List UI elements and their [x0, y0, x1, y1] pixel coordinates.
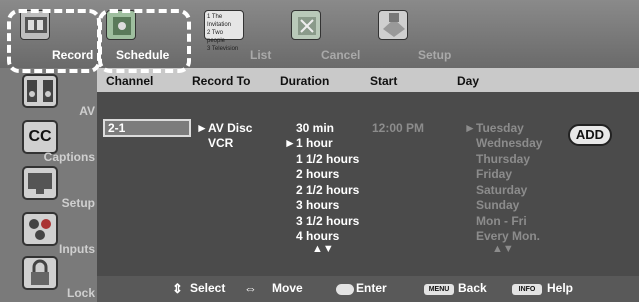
hint-select: Select — [190, 281, 226, 295]
day-option[interactable]: Every Mon. — [476, 229, 540, 243]
cancel-icon — [291, 10, 321, 40]
tv-menu-screen: Record Schedule 1 The Invitation 2 Two p… — [0, 0, 639, 302]
record-focus-ring — [7, 9, 101, 73]
sidebar-item-setup[interactable]: Setup — [0, 166, 97, 212]
list-line-2: 2 Two people — [207, 30, 226, 44]
column-channel: Channel — [106, 74, 154, 88]
record-to-selected-arrow: ► — [196, 121, 208, 135]
inputs-icon — [22, 212, 58, 246]
list-icon: 1 The Invitation 2 Two people 3 Televisi… — [204, 10, 244, 52]
info-key-icon: INFO — [512, 284, 542, 295]
column-start: Start — [370, 74, 398, 88]
column-day: Day — [457, 74, 480, 88]
sidebar-item-inputs-label: Inputs — [59, 242, 95, 256]
sidebar-item-av[interactable]: AV — [0, 74, 97, 120]
duration-option[interactable]: 4 hours — [296, 229, 339, 243]
sidebar-item-lock[interactable]: Lock — [0, 256, 97, 302]
day-option[interactable]: Mon - Fri — [476, 214, 527, 228]
column-duration: Duration — [280, 74, 330, 88]
hint-move: Move — [272, 281, 303, 295]
day-option[interactable]: Sunday — [476, 198, 519, 212]
duration-option[interactable]: 1 hour — [296, 136, 333, 150]
sidebar-item-captions[interactable]: CC Captions — [0, 120, 97, 166]
sidebar-item-lock-label: Lock — [66, 286, 95, 300]
duration-option[interactable]: 2 hours — [296, 167, 339, 181]
record-to-option-av-disc[interactable]: AV Disc — [208, 121, 252, 135]
duration-option[interactable]: 30 min — [296, 121, 334, 135]
duration-option[interactable]: 2 1/2 hours — [296, 183, 359, 197]
duration-option[interactable]: 3 hours — [296, 198, 339, 212]
setup-icon — [378, 10, 408, 40]
list-line-3: 3 Television — [207, 46, 239, 52]
day-scroll-arrows-icon[interactable]: ▲▼ — [492, 243, 514, 255]
tab-list[interactable]: 1 The Invitation 2 Two people 3 Televisi… — [198, 8, 278, 66]
duration-selected-arrow: ► — [284, 136, 296, 150]
lock-icon — [22, 256, 58, 290]
record-to-option-vcr[interactable]: VCR — [208, 136, 233, 150]
sidebar-item-inputs[interactable]: Inputs — [0, 212, 97, 258]
day-option[interactable]: Tuesday — [476, 121, 524, 135]
sidebar-item-captions-label: Captions — [43, 150, 95, 164]
cc-icon: CC — [22, 120, 58, 154]
tab-setup[interactable]: Setup — [372, 8, 462, 66]
duration-scroll-arrows-icon[interactable]: ▲▼ — [312, 243, 334, 255]
menu-key-icon: MENU — [424, 284, 454, 295]
tab-cancel-label: Cancel — [321, 48, 361, 62]
speakers-icon — [22, 74, 58, 108]
channel-field[interactable]: 2-1 — [103, 119, 191, 137]
updown-arrows-icon: ⇕ — [172, 281, 183, 296]
day-selected-arrow: ► — [464, 121, 476, 135]
hint-back: Back — [458, 281, 487, 295]
schedule-focus-ring — [98, 9, 191, 73]
sidebar-item-av-label: AV — [79, 104, 95, 118]
day-option[interactable]: Thursday — [476, 152, 530, 166]
hint-help: Help — [547, 281, 574, 295]
schedule-panel — [97, 68, 639, 276]
duration-option[interactable]: 1 1/2 hours — [296, 152, 359, 166]
duration-option[interactable]: 3 1/2 hours — [296, 214, 359, 228]
day-option[interactable]: Wednesday — [476, 136, 542, 150]
add-button[interactable]: ADD — [568, 124, 612, 146]
column-record-to: Record To — [192, 74, 251, 88]
tab-list-label: List — [250, 48, 272, 62]
tab-cancel[interactable]: Cancel — [285, 8, 370, 66]
leftright-arrows-icon: ⇔ — [244, 281, 257, 296]
hint-enter: Enter — [356, 281, 387, 295]
day-option[interactable]: Friday — [476, 167, 512, 181]
day-option[interactable]: Saturday — [476, 183, 527, 197]
tv-setup-icon — [22, 166, 58, 200]
start-time[interactable]: 12:00 PM — [372, 121, 424, 135]
list-line-1: 1 The Invitation — [207, 14, 232, 28]
enter-button-icon — [336, 284, 354, 295]
tab-setup-label: Setup — [418, 48, 452, 62]
sidebar-item-setup-label: Setup — [61, 196, 95, 210]
